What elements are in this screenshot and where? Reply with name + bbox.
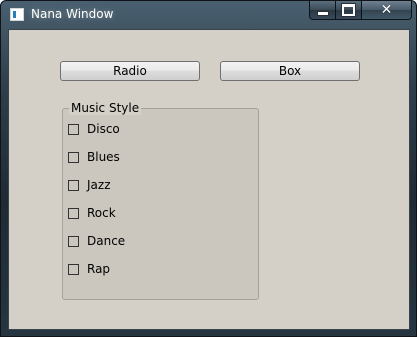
checkbox-label: Disco — [87, 122, 120, 136]
checkbox-label: Jazz — [87, 178, 111, 192]
group-title: Music Style — [69, 101, 142, 115]
checkbox-box[interactable] — [68, 207, 79, 219]
checkbox-box[interactable] — [68, 123, 79, 135]
checkbox-blues[interactable]: Blues — [68, 149, 120, 165]
music-style-group: Music Style Disco Blues Jazz Rock Dance — [62, 101, 259, 300]
checkbox-box[interactable] — [68, 151, 79, 163]
minimize-icon — [316, 11, 329, 16]
checkbox-rock[interactable]: Rock — [68, 205, 116, 221]
app-window-icon — [10, 8, 24, 21]
checkbox-rap[interactable]: Rap — [68, 261, 110, 277]
window-title: Nana Window — [31, 7, 114, 21]
nana-window: Nana Window ✕ Radio Box Music Style Disc… — [0, 0, 417, 337]
checkbox-box[interactable] — [68, 235, 79, 247]
checkbox-jazz[interactable]: Jazz — [68, 177, 111, 193]
box-button[interactable]: Box — [220, 61, 360, 81]
maximize-button[interactable] — [336, 1, 362, 20]
close-button[interactable]: ✕ — [362, 1, 412, 20]
title-bar[interactable]: Nana Window ✕ — [1, 1, 416, 29]
checkbox-box[interactable] — [68, 263, 79, 275]
close-icon: ✕ — [380, 2, 393, 18]
client-area: Radio Box Music Style Disco Blues Jazz R… — [8, 29, 410, 330]
checkbox-box[interactable] — [68, 179, 79, 191]
maximize-icon — [341, 3, 356, 17]
checkbox-label: Rap — [87, 262, 111, 276]
radio-button[interactable]: Radio — [60, 61, 200, 81]
checkbox-disco[interactable]: Disco — [68, 121, 120, 137]
checkbox-label: Dance — [87, 234, 126, 248]
minimize-button[interactable] — [309, 1, 336, 20]
caption-buttons: ✕ — [309, 1, 412, 21]
checkbox-dance[interactable]: Dance — [68, 233, 125, 249]
checkbox-label: Blues — [87, 150, 120, 164]
checkbox-label: Rock — [87, 206, 116, 220]
